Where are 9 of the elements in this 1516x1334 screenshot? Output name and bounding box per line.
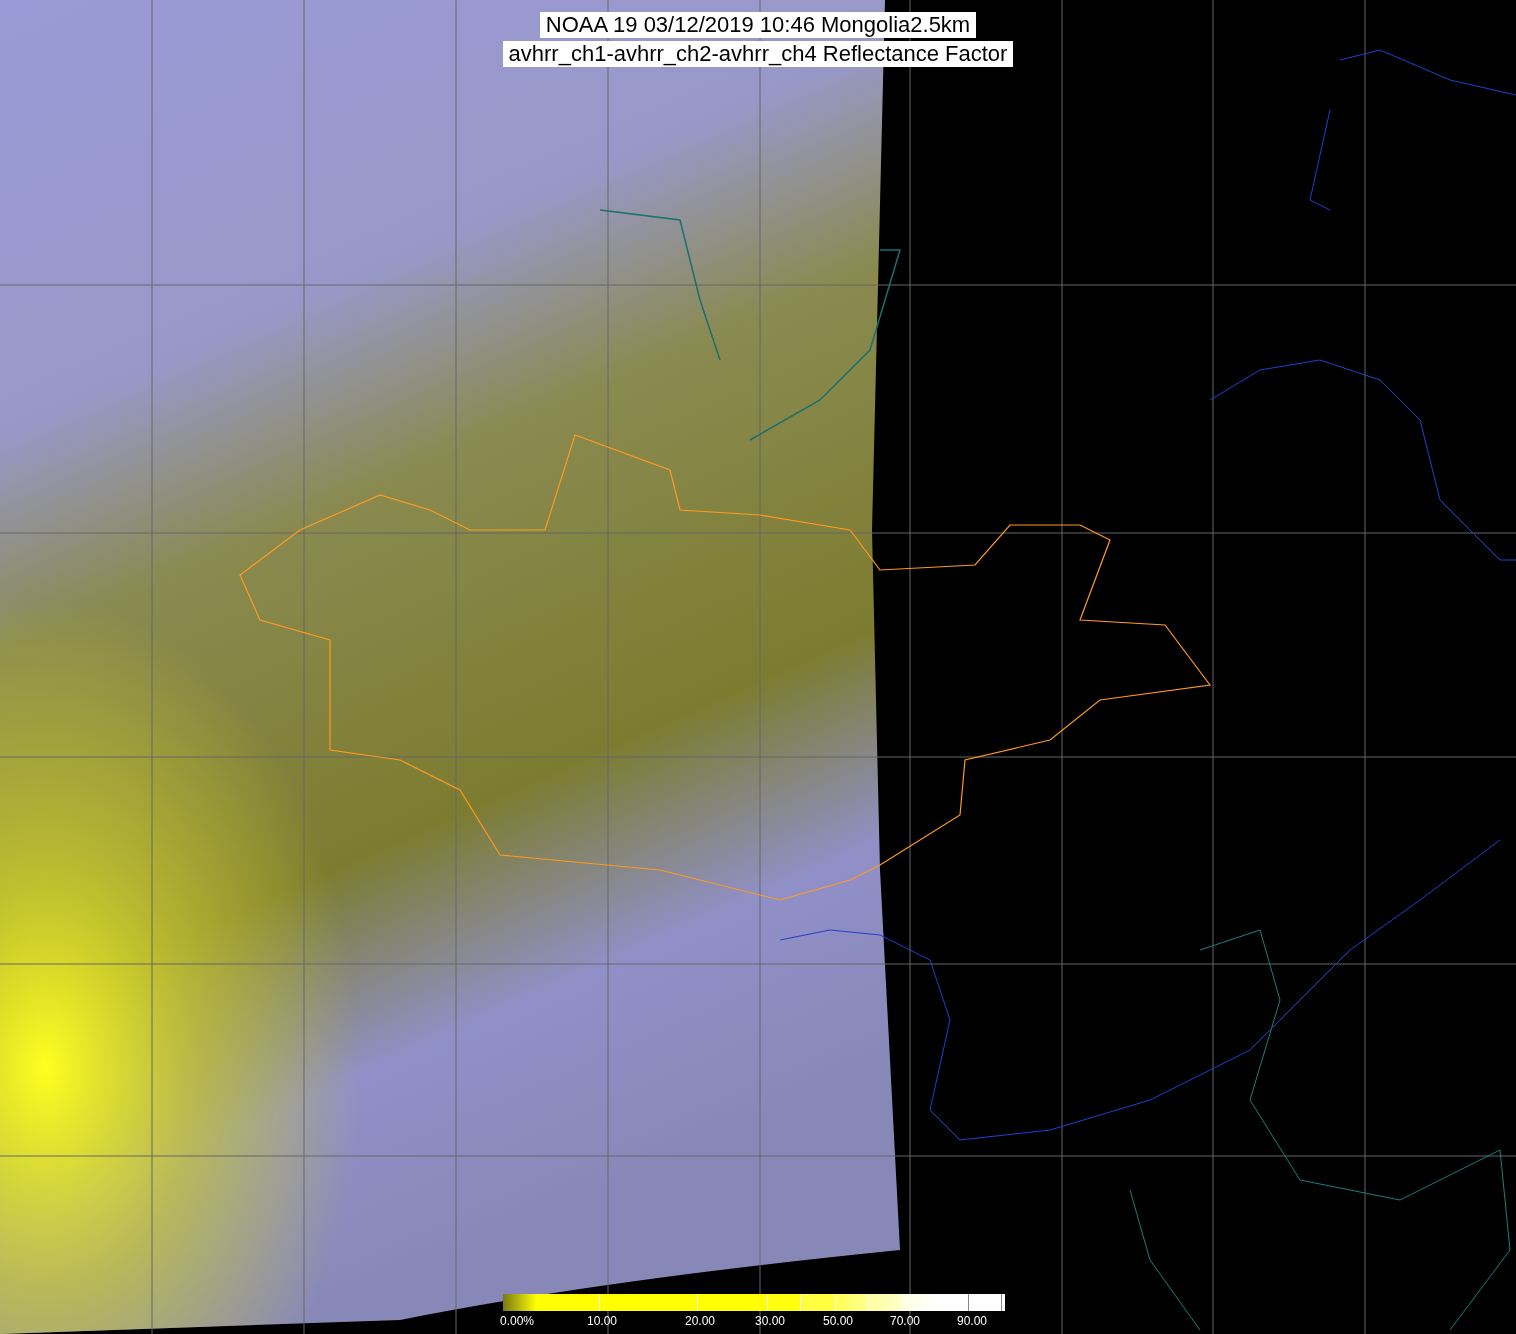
map-title: avhrr_ch1-avhrr_ch2-avhrr_ch4 Reflectance Factor [502, 41, 1014, 67]
colorbar-tick-label: 30.00 [755, 1313, 785, 1329]
map-title: NOAA 19 03/12/2019 10:46 Mongolia2.5km [539, 12, 977, 38]
colorbar-tick-label: 50.00 [823, 1313, 853, 1329]
colorbar-tick-label: 0.00% [500, 1313, 535, 1329]
colorbar-tick-label: 20.00 [685, 1313, 715, 1329]
colorbar-tick-label: 10.00 [587, 1313, 617, 1329]
colorbar-tick-label: 90.00 [957, 1313, 987, 1329]
colorbar-tick-label: 70.00 [890, 1313, 920, 1329]
